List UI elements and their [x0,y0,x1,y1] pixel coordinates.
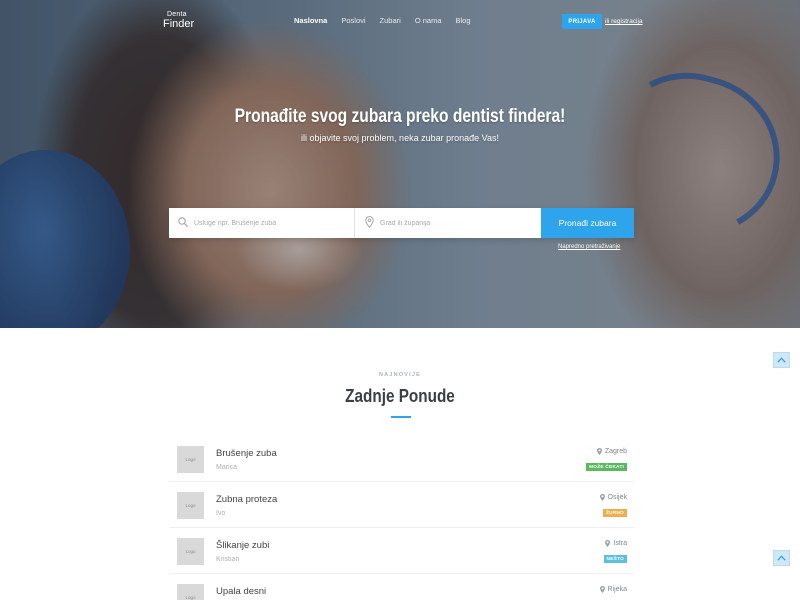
offers-list: Logo Brušenje zuba Marica Zagreb MOŽE ČE… [169,436,634,600]
nav-item-blog[interactable]: Blog [456,16,471,25]
hero-subtitle: ili objavite svoj problem, neka zubar pr… [301,133,499,143]
offer-location-text: Rijeka [607,586,627,593]
logo-small-text: Denta [167,11,187,18]
status-badge: MOŽE ČEKATI [586,463,627,471]
offer-location-text: Istra [613,540,627,547]
service-search-input[interactable] [169,208,354,238]
offer-title[interactable]: Brušenje zuba [216,448,277,459]
offer-location: Osijek [599,494,627,501]
map-pin-icon [605,540,611,547]
main-nav: Naslovna Poslovi Zubari O nama Blog [294,16,485,25]
nav-item-poslovi[interactable]: Poslovi [341,16,365,25]
offer-logo: Logo [177,584,204,600]
map-pin-icon [365,216,374,228]
title-underline [391,416,411,418]
offer-title[interactable]: Upala desni [216,586,266,597]
offer-location: Rijeka [599,586,627,593]
search-icon [178,217,188,227]
map-pin-icon [599,494,605,501]
offer-author: Marica [216,464,238,471]
map-pin-icon [596,448,602,455]
nav-item-naslovna[interactable]: Naslovna [294,16,327,25]
offer-logo: Logo [177,492,204,519]
list-item[interactable]: Logo Upala desni Rijeka [169,574,634,600]
hero-overlay [0,0,800,328]
nav-item-o-nama[interactable]: O nama [415,16,442,25]
city-search-field [355,208,541,238]
offer-author: Ivo [216,510,226,517]
site-logo[interactable]: Denta Finder [163,11,194,30]
offer-location-text: Osijek [607,494,627,501]
list-item[interactable]: Logo Brušenje zuba Marica Zagreb MOŽE ČE… [169,436,634,482]
status-badge: ŽURNO [602,509,627,517]
login-button[interactable]: PRIJAVA [562,14,602,29]
list-item[interactable]: Logo Šlikanje zubi Kristian Istra NEŠTO [169,528,634,574]
section-eyebrow: NAJNOVIJE [379,372,421,378]
city-search-input[interactable] [355,208,541,238]
hero-title: Pronađite svog zubara preko dentist find… [234,106,566,127]
map-pin-icon [599,586,605,593]
search-bar: Pronađi zubara [169,208,634,238]
section-title: Zadnje Ponude [345,386,455,406]
nav-item-zubari[interactable]: Zubari [380,16,401,25]
scroll-top-button[interactable] [773,550,790,566]
offer-logo: Logo [177,538,204,565]
list-item[interactable]: Logo Zubna proteza Ivo Osijek ŽURNO [169,482,634,528]
offer-location: Zagreb [596,448,627,455]
register-link[interactable]: ili registracija [605,18,643,25]
find-dentist-button[interactable]: Pronađi zubara [541,208,634,238]
offer-title[interactable]: Zubna proteza [216,494,277,505]
offer-logo: Logo [177,446,204,473]
offer-title[interactable]: Šlikanje zubi [216,540,269,551]
logo-big-text: Finder [163,18,195,30]
offer-location-text: Zagreb [604,448,627,455]
hero-section [0,0,800,328]
offer-location: Istra [605,540,627,547]
advanced-search-link[interactable]: Napredno pretraživanje [558,244,620,250]
offer-author: Kristian [216,556,240,563]
status-badge: NEŠTO [603,555,627,563]
service-search-field [169,208,355,238]
chevron-up-icon [777,357,786,363]
chevron-up-icon [777,555,786,561]
scroll-top-button[interactable] [773,352,790,368]
